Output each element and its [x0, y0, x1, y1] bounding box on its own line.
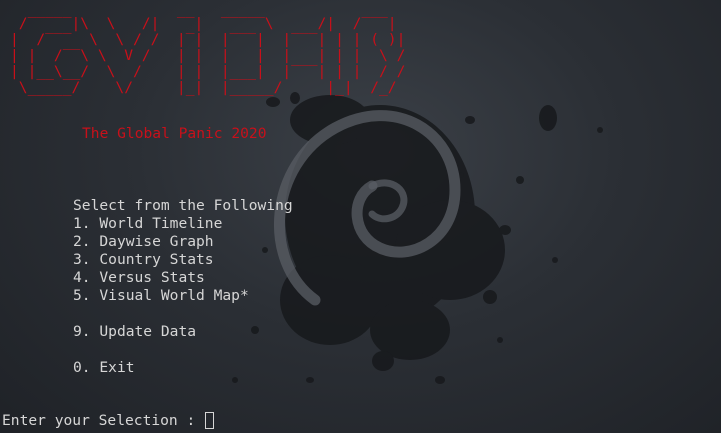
ascii-banner-line: | |__\__/ \ / | | |___| |‾‾‾| | | / /	[10, 63, 406, 80]
menu-item-exit[interactable]: 0. Exit	[73, 359, 135, 377]
menu-item-visual-world-map[interactable]: 5. Visual World Map*	[73, 287, 249, 305]
menu-item-label: Versus Stats	[99, 269, 205, 286]
menu-item-number: 2.	[73, 233, 91, 250]
menu-item-number: 4.	[73, 269, 91, 286]
menu-item-world-timeline[interactable]: 1. World Timeline	[73, 215, 222, 233]
terminal-window[interactable]: /‾‾‾‾‾|\ \ /| ‾‾| ‾‾‾‾‾\ /| /‾‾‾| | /‾‾‾ …	[0, 0, 721, 433]
menu-heading: Select from the Following	[73, 197, 293, 214]
menu-item-label: Country Stats	[99, 251, 214, 268]
menu-item-versus-stats[interactable]: 4. Versus Stats	[73, 269, 205, 287]
ascii-banner-line: | | /‾‾\ \ V / | | | | | | | | \ /	[10, 47, 406, 64]
menu-item-number: 0.	[73, 359, 91, 376]
menu-item-daywise-graph[interactable]: 2. Daywise Graph	[73, 233, 214, 251]
menu-item-number: 5.	[73, 287, 91, 304]
menu-item-country-stats[interactable]: 3. Country Stats	[73, 251, 214, 269]
menu-item-label: Exit	[99, 359, 135, 376]
text-cursor-icon	[205, 412, 215, 429]
menu-item-update-data[interactable]: 9. Update Data	[73, 323, 196, 341]
prompt-label: Enter your Selection :	[2, 412, 205, 429]
covid-19-ascii-banner: /‾‾‾‾‾|\ \ /| ‾‾| ‾‾‾‾‾\ /| /‾‾‾| | /‾‾‾ …	[10, 16, 405, 96]
ascii-banner-line: /‾‾‾‾‾|\ \ /| ‾‾| ‾‾‾‾‾\ /| /‾‾‾|	[10, 15, 397, 32]
menu-item-label: Update Data	[99, 323, 197, 340]
menu-item-label: World Timeline	[99, 215, 223, 232]
menu-item-number: 9.	[73, 323, 91, 340]
menu-item-label: Daywise Graph	[99, 233, 214, 250]
menu-item-number: 3.	[73, 251, 91, 268]
selection-prompt[interactable]: Enter your Selection :	[2, 412, 215, 430]
ascii-banner-line: \_____/ \/ |_| |_____/ |_| /_/	[10, 79, 406, 96]
ascii-banner-line: | /‾‾‾ \ \ / / |‾| |‾‾‾| |‾‾‾| | | ( )|	[10, 31, 406, 48]
menu-item-label: Visual World Map*	[99, 287, 249, 304]
banner-subtitle: The Global Panic 2020	[82, 125, 267, 142]
menu-item-number: 1.	[73, 215, 91, 232]
